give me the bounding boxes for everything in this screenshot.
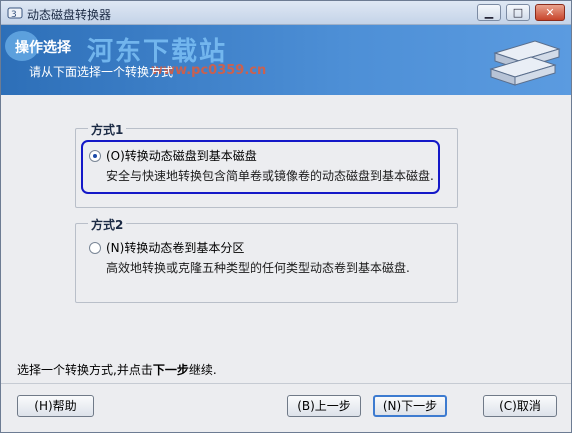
option-label[interactable]: (N)转换动态卷到基本分区: [106, 239, 244, 256]
option-description: 高效地转换或克隆五种类型的任何类型动态卷到基本磁盘.: [106, 261, 410, 275]
divider: [1, 383, 571, 384]
svg-text:3: 3: [11, 10, 17, 20]
option-convert-volume[interactable]: (N)转换动态卷到基本分区: [89, 239, 244, 256]
minimize-button[interactable]: ▁: [477, 4, 501, 21]
focus-ring: [81, 140, 440, 194]
window-title: 动态磁盘转换器: [27, 8, 112, 22]
next-button[interactable]: (N)下一步: [373, 395, 447, 417]
wizard-window: 3 动态磁盘转换器 ▁ □ ✕ 河东下载站 www.pc0359.cn 操作选择…: [0, 0, 572, 433]
disk-drive-icon: [489, 40, 561, 86]
app-icon: 3: [7, 7, 23, 20]
group-legend: 方式1: [88, 121, 127, 138]
title-bar[interactable]: 3 动态磁盘转换器 ▁ □ ✕: [1, 1, 571, 25]
instruction-text: 选择一个转换方式,并点击下一步继续.: [17, 363, 217, 377]
back-button[interactable]: (B)上一步: [287, 395, 361, 417]
group-legend: 方式2: [88, 216, 127, 233]
maximize-button[interactable]: □: [506, 4, 530, 21]
close-button[interactable]: ✕: [535, 4, 565, 21]
radio-button[interactable]: [89, 241, 101, 254]
banner-subtitle: 请从下面选择一个转换方式: [29, 65, 174, 79]
help-button[interactable]: (H)帮助: [17, 395, 94, 417]
banner-title: 操作选择: [15, 40, 71, 56]
header-banner: 河东下载站 www.pc0359.cn 操作选择 请从下面选择一个转换方式: [1, 25, 571, 95]
cancel-button[interactable]: (C)取消: [483, 395, 557, 417]
